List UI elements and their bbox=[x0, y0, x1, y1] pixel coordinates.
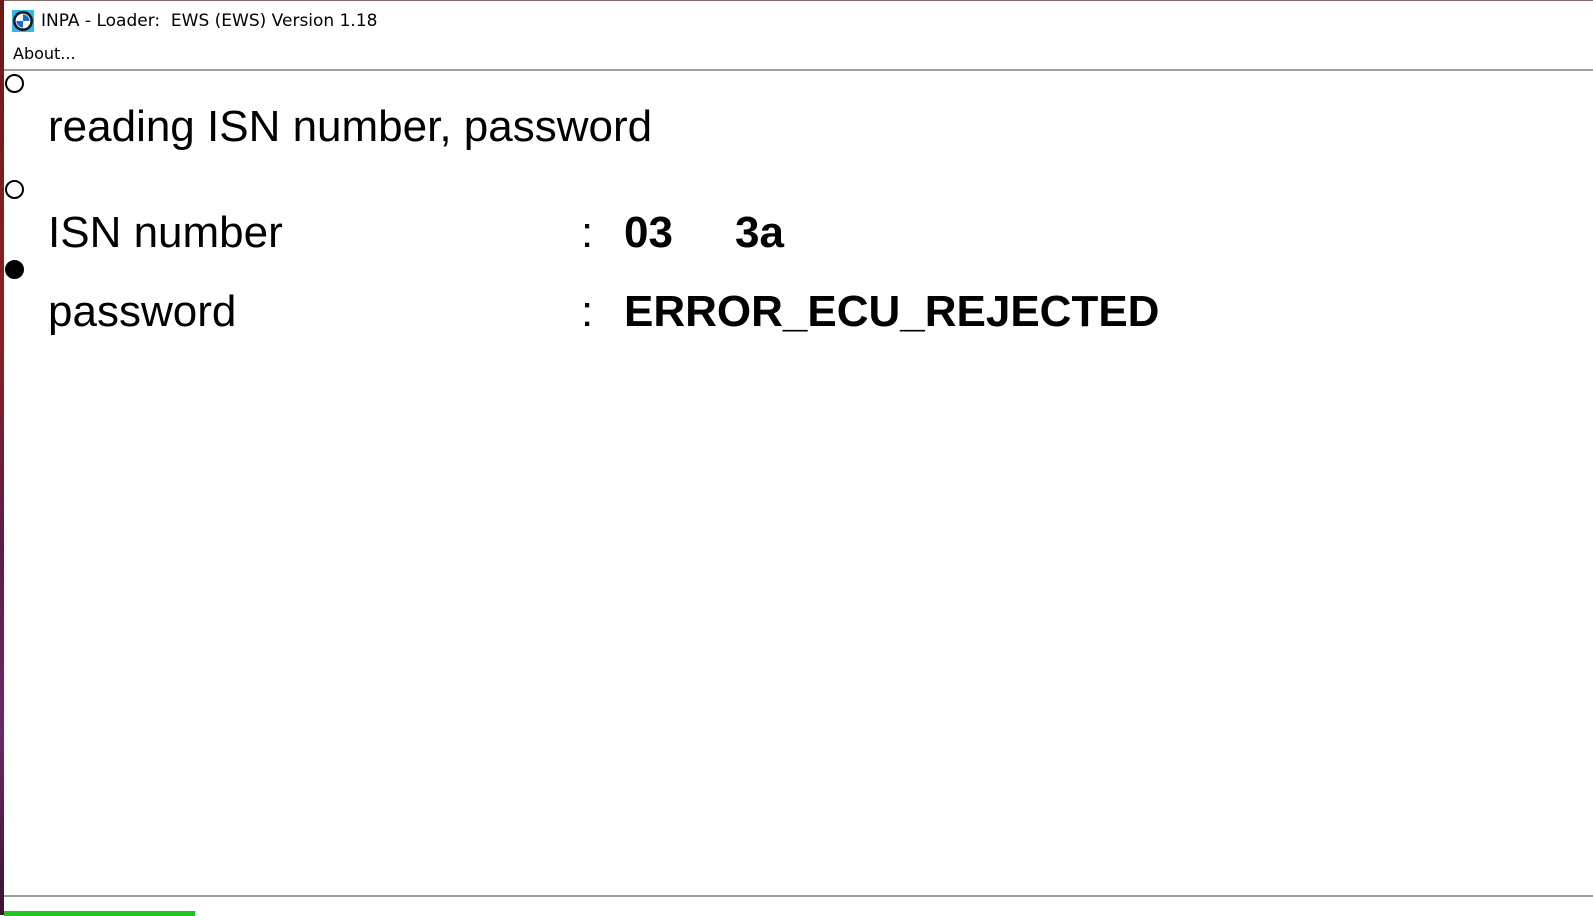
isn-number-value-1: 03 bbox=[624, 208, 673, 257]
status-bar bbox=[4, 895, 1593, 916]
password-value: ERROR_ECU_REJECTED bbox=[624, 287, 1160, 336]
screen-heading: reading ISN number, password bbox=[48, 102, 653, 151]
radio-indicator-2 bbox=[5, 180, 24, 199]
password-label: password bbox=[48, 287, 237, 336]
isn-number-label: ISN number bbox=[48, 208, 283, 257]
title-bar[interactable]: INPA - Loader: EWS (EWS) Version 1.18 bbox=[4, 1, 1593, 41]
progress-bar-fill bbox=[4, 911, 195, 916]
isn-number-separator: : bbox=[581, 208, 594, 257]
password-separator: : bbox=[581, 287, 594, 336]
radio-indicator-1 bbox=[5, 74, 24, 93]
window-title: INPA - Loader: EWS (EWS) Version 1.18 bbox=[41, 11, 378, 31]
isn-number-value-2: 3a bbox=[735, 208, 784, 257]
app-window: INPA - Loader: EWS (EWS) Version 1.18 Ab… bbox=[4, 0, 1593, 916]
bmw-logo-icon bbox=[12, 10, 34, 32]
menu-bar: About... bbox=[4, 41, 1593, 69]
radio-indicator-3-selected bbox=[5, 260, 24, 279]
menu-item-about[interactable]: About... bbox=[11, 44, 78, 63]
client-area: reading ISN number, password ISN number … bbox=[4, 71, 1593, 895]
